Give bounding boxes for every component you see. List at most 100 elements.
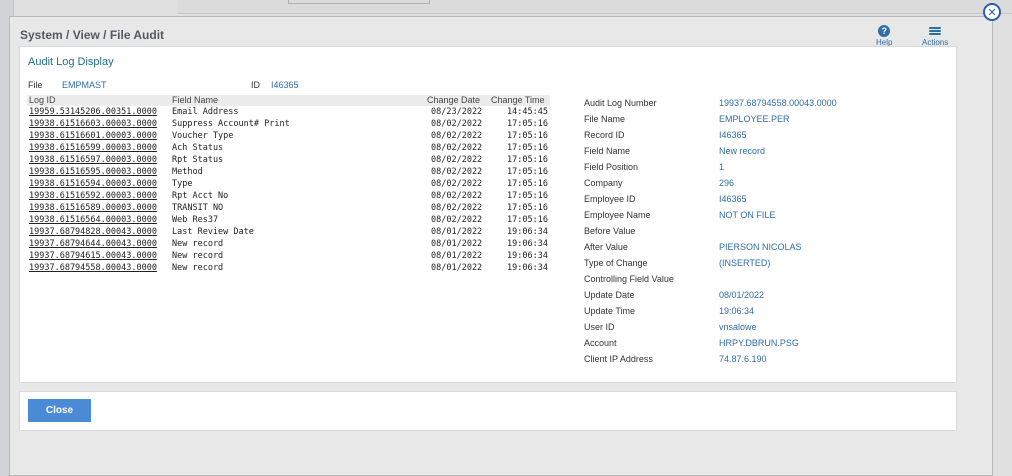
detail-value: 19:06:34 xyxy=(719,306,755,316)
change-time-cell: 19:06:34 xyxy=(507,239,548,249)
log-id-link[interactable]: 19938.61516599.00003.0000 xyxy=(29,142,157,154)
field-name-cell: Web Res37 xyxy=(172,215,219,225)
change-time-cell: 19:06:34 xyxy=(507,251,548,261)
table-row[interactable]: 19938.61516603.00003.0000 Suppress Accou… xyxy=(27,118,550,130)
change-time-cell: 17:05:16 xyxy=(507,131,548,141)
change-date-cell: 08/01/2022 xyxy=(431,263,483,273)
field-name-cell: Voucher Type xyxy=(172,131,234,141)
table-row[interactable]: 19938.61516597.00003.0000 Rpt Status 08/… xyxy=(27,154,550,166)
header-field-name: Field Name xyxy=(172,95,219,105)
table-row[interactable]: 19938.61516601.00003.0000 Voucher Type 0… xyxy=(27,130,550,142)
change-date-cell: 08/02/2022 xyxy=(431,215,483,225)
detail-value: 19937.68794558.00043.0000 xyxy=(719,98,837,108)
table-row[interactable]: 19937.68794558.00043.0000 New record 08/… xyxy=(27,262,550,274)
detail-value: New record xyxy=(719,146,766,156)
table-header: Log ID Field Name Change Date Change Tim… xyxy=(27,95,550,106)
detail-label: Client IP Address xyxy=(584,354,653,364)
log-id-link[interactable]: 19938.61516564.00003.0000 xyxy=(29,214,157,226)
actions-button[interactable]: Actions xyxy=(922,25,948,47)
detail-label: Controlling Field Value xyxy=(584,274,674,284)
detail-value: NOT ON FILE xyxy=(719,210,776,220)
log-id-link[interactable]: 19937.68794644.00043.0000 xyxy=(29,238,157,250)
detail-label: After Value xyxy=(584,242,628,252)
change-date-cell: 08/23/2022 xyxy=(431,107,483,117)
change-date-cell: 08/02/2022 xyxy=(431,143,483,153)
log-id-link[interactable]: 19938.61516592.00003.0000 xyxy=(29,190,157,202)
change-date-cell: 08/02/2022 xyxy=(431,119,483,129)
table-row[interactable]: 19937.68794615.00043.0000 New record 08/… xyxy=(27,250,550,262)
detail-label: Employee ID xyxy=(584,194,636,204)
detail-label: Field Position xyxy=(584,162,639,172)
detail-label: Company xyxy=(584,178,623,188)
help-button[interactable]: ? Help xyxy=(876,25,892,47)
table-row[interactable]: 19938.61516589.00003.0000 TRANSIT NO 08/… xyxy=(27,202,550,214)
table-row[interactable]: 19937.68794828.00043.0000 Last Review Da… xyxy=(27,226,550,238)
audit-log-panel: Audit Log Display File EMPMAST ID I46365… xyxy=(19,46,957,383)
field-name-cell: Email Address xyxy=(172,107,239,117)
log-id-link[interactable]: 19937.68794558.00043.0000 xyxy=(29,262,157,274)
log-id-link[interactable]: 19937.68794615.00043.0000 xyxy=(29,250,157,262)
table-row[interactable]: 19937.68794644.00043.0000 New record 08/… xyxy=(27,238,550,250)
detail-value: HRPY.DBRUN.PSG xyxy=(719,338,799,348)
change-time-cell: 17:05:16 xyxy=(507,155,548,165)
detail-value: 08/01/2022 xyxy=(719,290,765,300)
field-name-cell: New record xyxy=(172,239,224,249)
change-time-cell: 17:05:16 xyxy=(507,215,548,225)
detail-value: EMPLOYEE.PER xyxy=(719,114,790,124)
field-name-cell: Rpt Status xyxy=(172,155,224,165)
detail-value: 74.87.6.190 xyxy=(719,354,767,364)
log-id-link[interactable]: 19938.61516601.00003.0000 xyxy=(29,130,157,142)
change-date-cell: 08/02/2022 xyxy=(431,167,483,177)
detail-label: Account xyxy=(584,338,617,348)
change-time-cell: 17:05:16 xyxy=(507,167,548,177)
table-row[interactable]: 19959.53145206.00351.0000 Email Address … xyxy=(27,106,550,118)
table-row[interactable]: 19938.61516595.00003.0000 Method 08/02/2… xyxy=(27,166,550,178)
modal-footer: Close xyxy=(19,391,957,431)
change-time-cell: 17:05:16 xyxy=(507,191,548,201)
change-date-cell: 08/02/2022 xyxy=(431,155,483,165)
audit-log-table: Log ID Field Name Change Date Change Tim… xyxy=(27,95,550,274)
file-audit-modal: System / View / File Audit ? Help Action… xyxy=(9,16,993,476)
id-value: I46365 xyxy=(271,80,299,90)
header-change-date: Change Date xyxy=(427,95,481,105)
field-name-cell: Rpt Acct No xyxy=(172,191,229,201)
close-button[interactable]: Close xyxy=(28,399,91,422)
table-row[interactable]: 19938.61516592.00003.0000 Rpt Acct No 08… xyxy=(27,190,550,202)
change-date-cell: 08/01/2022 xyxy=(431,239,483,249)
log-id-link[interactable]: 19959.53145206.00351.0000 xyxy=(29,106,157,118)
change-time-cell: 17:05:16 xyxy=(507,119,548,129)
change-time-cell: 19:06:34 xyxy=(507,263,548,273)
change-date-cell: 08/01/2022 xyxy=(431,251,483,261)
detail-label: Employee Name xyxy=(584,210,651,220)
log-id-link[interactable]: 19938.61516594.00003.0000 xyxy=(29,178,157,190)
table-row[interactable]: 19938.61516594.00003.0000 Type 08/02/202… xyxy=(27,178,550,190)
detail-label: User ID xyxy=(584,322,615,332)
detail-label: Field Name xyxy=(584,146,631,156)
change-time-cell: 17:05:16 xyxy=(507,143,548,153)
change-date-cell: 08/01/2022 xyxy=(431,227,483,237)
close-modal-icon[interactable]: ✕ xyxy=(983,3,1001,21)
hamburger-menu-icon xyxy=(929,25,942,37)
table-row[interactable]: 19938.61516599.00003.0000 Ach Status 08/… xyxy=(27,142,550,154)
detail-value: (INSERTED) xyxy=(719,258,771,268)
header-log-id: Log ID xyxy=(29,95,56,105)
log-id-link[interactable]: 19938.61516603.00003.0000 xyxy=(29,118,157,130)
detail-value: 1 xyxy=(719,162,725,172)
header-change-time: Change Time xyxy=(491,95,545,105)
modal-header: System / View / File Audit ? Help Action… xyxy=(10,17,992,49)
field-name-cell: TRANSIT NO xyxy=(172,203,224,213)
field-name-cell: New record xyxy=(172,263,224,273)
help-icon: ? xyxy=(878,25,891,37)
log-id-link[interactable]: 19937.68794828.00043.0000 xyxy=(29,226,157,238)
change-time-cell: 14:45:45 xyxy=(507,107,548,117)
change-date-cell: 08/02/2022 xyxy=(431,191,483,201)
panel-title: Audit Log Display xyxy=(28,56,114,68)
field-name-cell: Last Review Date xyxy=(172,227,254,237)
change-date-cell: 08/02/2022 xyxy=(431,131,483,141)
log-id-link[interactable]: 19938.61516589.00003.0000 xyxy=(29,202,157,214)
log-id-link[interactable]: 19938.61516597.00003.0000 xyxy=(29,154,157,166)
table-row[interactable]: 19938.61516564.00003.0000 Web Res37 08/0… xyxy=(27,214,550,226)
detail-label: Before Value xyxy=(584,226,636,236)
log-id-link[interactable]: 19938.61516595.00003.0000 xyxy=(29,166,157,178)
field-name-cell: Ach Status xyxy=(172,143,224,153)
